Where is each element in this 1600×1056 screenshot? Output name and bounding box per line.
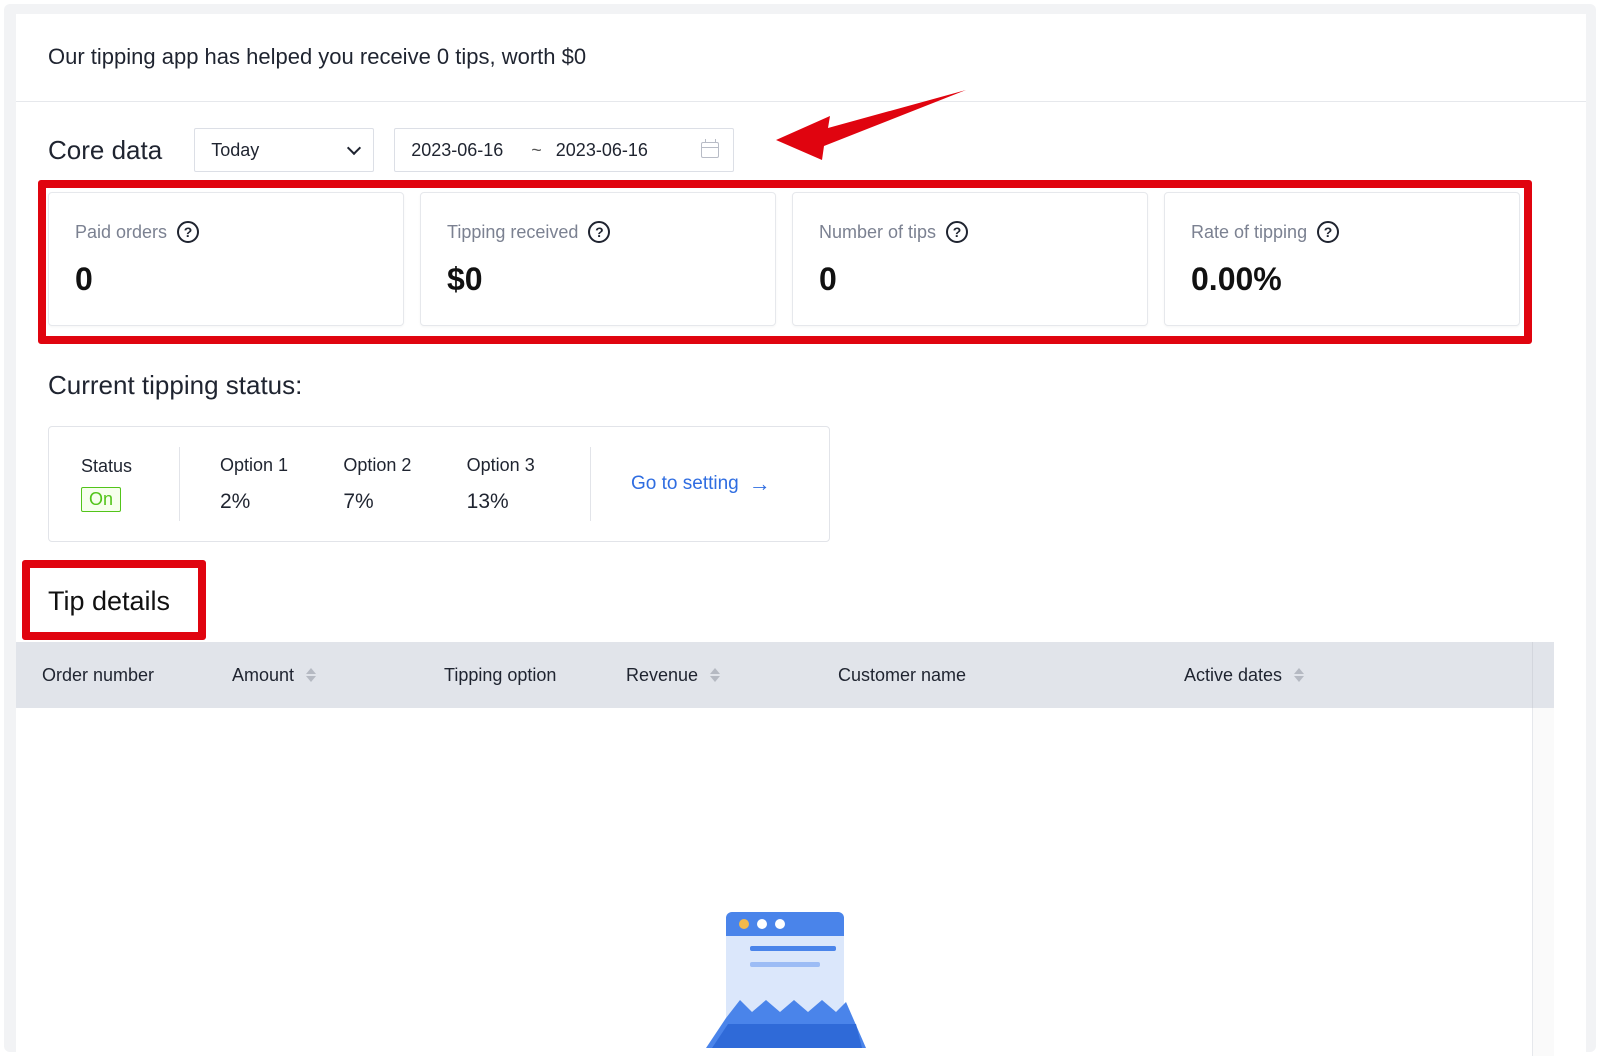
metric-value: 0 bbox=[75, 261, 93, 297]
arrow-right-icon: → bbox=[748, 471, 771, 496]
metrics-row: Paid orders ? 0 Tipping received ? $0 Nu… bbox=[48, 192, 1520, 326]
go-to-setting-label: Go to setting bbox=[631, 473, 739, 494]
table-scrollbar-header bbox=[1532, 642, 1554, 708]
go-to-setting-link[interactable]: Go to setting → bbox=[631, 471, 771, 497]
metric-value: $0 bbox=[447, 261, 483, 297]
question-circle-icon[interactable]: ? bbox=[946, 221, 969, 243]
date-range-separator: ~ bbox=[531, 139, 542, 160]
tipping-status-title: Current tipping status: bbox=[48, 370, 303, 400]
metric-label: Number of tips bbox=[819, 221, 937, 242]
column-revenue[interactable]: Revenue bbox=[626, 665, 721, 686]
column-amount[interactable]: Amount bbox=[232, 665, 317, 686]
column-order-number: Order number bbox=[42, 664, 155, 685]
period-select-value: Today bbox=[211, 139, 260, 160]
status-label: Status bbox=[81, 456, 133, 476]
core-data-toolbar: Core data Today 2023-06-16 ~ 2023-06-16 bbox=[48, 128, 735, 172]
tip-details-title: Tip details bbox=[48, 586, 171, 616]
metric-value: 0.00% bbox=[1191, 261, 1282, 297]
tip-option-3: Option 3 13% bbox=[466, 454, 535, 513]
chevron-down-icon bbox=[347, 140, 362, 155]
metric-label: Rate of tipping bbox=[1191, 221, 1308, 242]
metric-label: Tipping received bbox=[447, 221, 579, 242]
metric-label: Paid orders bbox=[75, 221, 168, 242]
period-select[interactable]: Today bbox=[194, 128, 375, 172]
tip-options: Option 1 2% Option 2 7% Option 3 13% bbox=[180, 455, 590, 514]
divider bbox=[590, 447, 591, 521]
sort-caret-icon[interactable] bbox=[306, 668, 317, 682]
tip-option-1: Option 1 2% bbox=[220, 454, 289, 513]
tipping-dashboard: Our tipping app has helped you receive 0… bbox=[16, 14, 1586, 1056]
core-data-title: Core data bbox=[48, 134, 163, 165]
status-badge: On bbox=[81, 487, 122, 512]
status-column: Status On bbox=[49, 456, 179, 512]
date-range-end[interactable]: 2023-06-16 bbox=[556, 140, 648, 161]
metric-value: 0 bbox=[819, 261, 837, 297]
annotation-arrow-icon bbox=[776, 90, 966, 160]
date-range-start[interactable]: 2023-06-16 bbox=[411, 140, 503, 161]
tipping-status-card: Status On Option 1 2% Option 2 7% Option… bbox=[48, 426, 830, 542]
metric-card-rate-of-tipping: Rate of tipping ? 0.00% bbox=[1164, 192, 1520, 326]
metric-card-number-of-tips: Number of tips ? 0 bbox=[792, 192, 1148, 326]
empty-data-icon bbox=[706, 912, 866, 1048]
metric-card-paid-orders: Paid orders ? 0 bbox=[48, 192, 404, 326]
question-circle-icon[interactable]: ? bbox=[177, 221, 200, 243]
tip-details-table-header: Order number Amount Tipping option Reven… bbox=[16, 642, 1554, 708]
metric-card-tipping-received: Tipping received ? $0 bbox=[420, 192, 776, 326]
sort-caret-icon[interactable] bbox=[710, 668, 721, 682]
column-active-dates[interactable]: Active dates bbox=[1184, 665, 1305, 686]
column-customer-name: Customer name bbox=[838, 664, 967, 685]
question-circle-icon[interactable]: ? bbox=[1317, 221, 1340, 243]
tip-option-2: Option 2 7% bbox=[343, 454, 412, 513]
date-range-picker[interactable]: 2023-06-16 ~ 2023-06-16 bbox=[394, 128, 735, 172]
calendar-icon[interactable] bbox=[701, 139, 720, 158]
question-circle-icon[interactable]: ? bbox=[588, 221, 611, 243]
column-tipping-option: Tipping option bbox=[444, 664, 557, 685]
sort-caret-icon[interactable] bbox=[1294, 668, 1305, 682]
